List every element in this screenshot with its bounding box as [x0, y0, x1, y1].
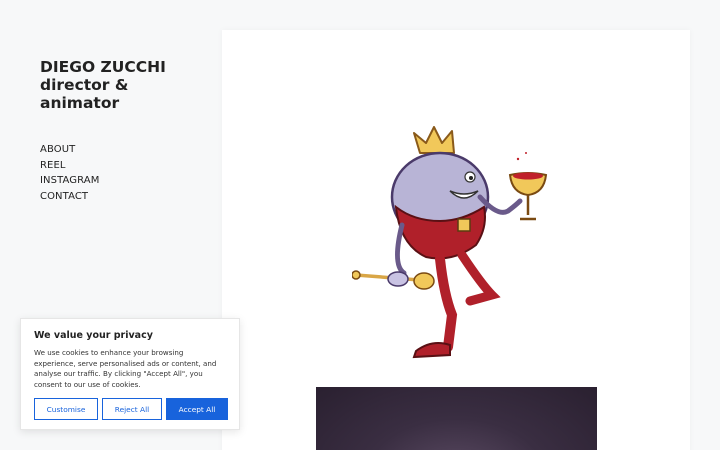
main-nav: ABOUT REEL INSTAGRAM CONTACT	[40, 142, 220, 205]
site-title[interactable]: DIEGO ZUCCHI director & animator	[40, 58, 220, 112]
accept-all-button[interactable]: Accept All	[166, 398, 228, 420]
site-title-line-1[interactable]: DIEGO ZUCCHI	[40, 58, 220, 76]
nav-item-about[interactable]: ABOUT	[40, 142, 220, 158]
reject-all-button[interactable]: Reject All	[102, 398, 162, 420]
cookie-button-group: Customise Reject All Accept All	[34, 398, 228, 420]
cookie-consent-banner: We value your privacy We use cookies to …	[20, 318, 240, 430]
video-thumbnail[interactable]	[316, 387, 597, 450]
site-title-line-3[interactable]: animator	[40, 94, 220, 112]
cookie-title: We value your privacy	[34, 330, 153, 341]
nav-item-contact[interactable]: CONTACT	[40, 189, 220, 205]
sidebar: DIEGO ZUCCHI director & animator ABOUT R…	[40, 58, 220, 205]
content-card	[222, 30, 690, 450]
nav-item-reel[interactable]: REEL	[40, 158, 220, 174]
page: DIEGO ZUCCHI director & animator ABOUT R…	[0, 0, 720, 450]
site-title-line-2[interactable]: director &	[40, 76, 220, 94]
customise-button[interactable]: Customise	[34, 398, 98, 420]
nav-item-instagram[interactable]: INSTAGRAM	[40, 173, 220, 189]
king-character-illustration	[352, 126, 548, 359]
cookie-description: We use cookies to enhance your browsing …	[34, 348, 217, 389]
